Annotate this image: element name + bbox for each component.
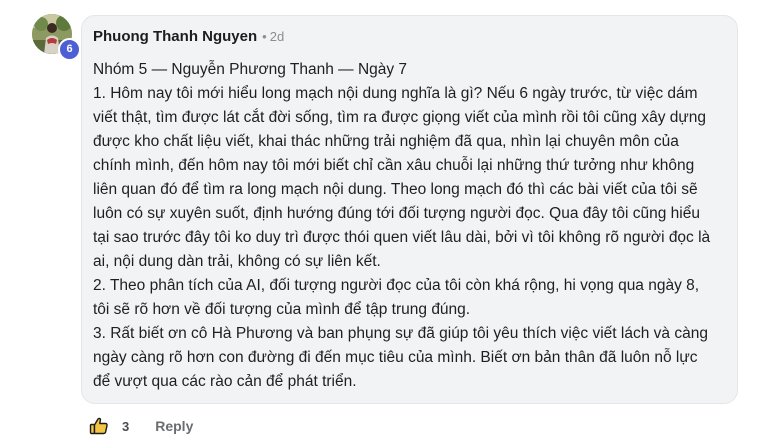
like-button[interactable] [88, 415, 110, 437]
comment-body: Nhóm 5 — Nguyễn Phương Thanh — Ngày 7 1.… [93, 58, 723, 394]
reply-button[interactable]: Reply [155, 418, 193, 434]
comment-header: Phuong Thanh Nguyen • 2d [93, 28, 723, 50]
comment-line: 3. Rất biết ơn cô Hà Phương và ban phụng… [93, 325, 708, 342]
comment-bubble: Phuong Thanh Nguyen • 2d Nhóm 5 — Nguyễn… [81, 15, 738, 404]
level-badge: 6 [58, 38, 81, 61]
comment-line: luôn có sự xuyên suốt, định hướng đúng t… [93, 205, 700, 222]
comment-line: liên quan đó để tìm ra long mạch nội dun… [93, 181, 698, 198]
meta-separator: • [262, 29, 267, 44]
like-count: 3 [122, 418, 130, 434]
comment-line: ngày càng rõ hơn con đường đi đến mục ti… [93, 349, 698, 366]
comment-line: 1. Hôm nay tôi mới hiểu long mạch nội du… [93, 85, 698, 102]
comment-line: viết thật, tìm được lát cắt đời sống, tì… [93, 109, 707, 126]
comment-line: 2. Theo phân tích của AI, đối tượng ngườ… [93, 277, 700, 294]
comment-line: chính mình, đến hôm nay tôi mới biết chỉ… [93, 157, 695, 174]
comment-actions: 3 Reply [88, 414, 193, 438]
comment-line: ai, nội dung dàn trải, không có sự liên … [93, 253, 381, 270]
author-name[interactable]: Phuong Thanh Nguyen [93, 28, 257, 45]
thumbs-up-icon [89, 417, 108, 435]
comment-timestamp[interactable]: 2d [270, 29, 284, 44]
comment-line: tôi sẽ rõ hơn về đối tượng của mình để t… [93, 301, 471, 318]
comment-line: tại sao trước đây tôi ko duy trì được th… [93, 229, 711, 246]
comment-line: được kho chất liệu viết, khai thác những… [93, 133, 679, 150]
comment-line: để vượt qua các rào cản để phát triển. [93, 373, 357, 390]
comment-line: Nhóm 5 — Nguyễn Phương Thanh — Ngày 7 [93, 61, 408, 78]
author-avatar[interactable]: 6 [32, 14, 81, 61]
